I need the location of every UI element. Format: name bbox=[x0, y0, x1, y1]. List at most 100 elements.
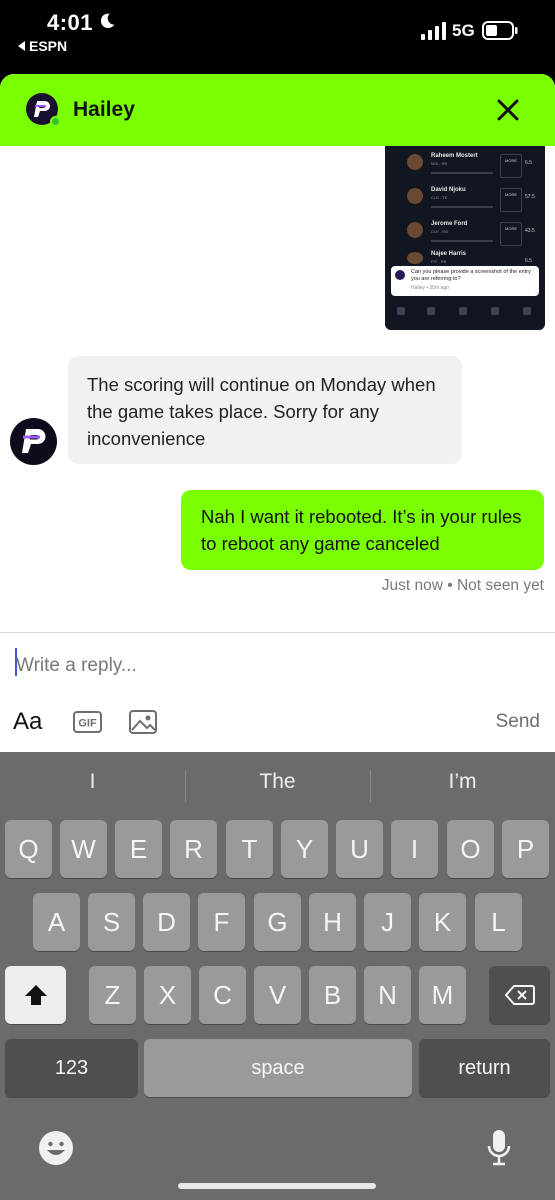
microphone-icon[interactable] bbox=[486, 1128, 512, 1168]
tab-icon bbox=[523, 307, 531, 315]
key-l[interactable]: L bbox=[475, 893, 522, 951]
screenshot-player-row: Najee Harris PIT - RB 6.5 bbox=[385, 248, 545, 266]
key-a[interactable]: A bbox=[33, 893, 80, 951]
back-arrow-icon bbox=[18, 41, 25, 51]
network-type: 5G bbox=[452, 21, 475, 40]
progress-bar bbox=[431, 206, 493, 208]
screenshot-player-row: Raheem Mostert MIA - RB MORE 6.5 bbox=[385, 150, 545, 188]
player-team: PIT - RB bbox=[431, 259, 447, 264]
key-k[interactable]: K bbox=[419, 893, 466, 951]
player-team: CLE - RB bbox=[431, 229, 448, 234]
image-upload-icon[interactable] bbox=[129, 710, 157, 734]
key-x[interactable]: X bbox=[144, 966, 191, 1024]
status-time: 4:01 bbox=[47, 10, 94, 35]
tab-icon bbox=[459, 307, 467, 315]
key-p[interactable]: P bbox=[502, 820, 549, 878]
screenshot-tab-bar bbox=[385, 300, 545, 328]
key-n[interactable]: N bbox=[364, 966, 411, 1024]
outgoing-message-bubble: Nah I want it rebooted. It’s in your rul… bbox=[181, 490, 544, 570]
key-z[interactable]: Z bbox=[89, 966, 136, 1024]
screenshot-message-bubble: Can you please provide a screenshot of t… bbox=[391, 266, 539, 296]
shared-screenshot-image[interactable]: Raheem Mostert MIA - RB MORE 6.5 David N… bbox=[385, 146, 545, 330]
gif-label: GIF bbox=[78, 718, 97, 730]
reply-input[interactable] bbox=[16, 652, 496, 680]
key-e[interactable]: E bbox=[115, 820, 162, 878]
key-y[interactable]: Y bbox=[281, 820, 328, 878]
backspace-icon bbox=[504, 985, 535, 1005]
line-value: 6.5 bbox=[525, 160, 532, 166]
tab-icon bbox=[427, 307, 435, 315]
moon-icon bbox=[100, 13, 115, 29]
status-bar: 4:01 ESPN 5G bbox=[0, 0, 555, 62]
numbers-key[interactable]: 123 bbox=[5, 1039, 138, 1097]
player-name: Jerome Ford bbox=[431, 221, 468, 227]
progress-bar bbox=[431, 240, 493, 242]
progress-bar bbox=[431, 172, 493, 174]
player-photo bbox=[407, 252, 423, 264]
player-name: David Njoku bbox=[431, 187, 466, 193]
suggestion-item[interactable]: I bbox=[0, 770, 185, 794]
key-r[interactable]: R bbox=[170, 820, 217, 878]
key-g[interactable]: G bbox=[254, 893, 301, 951]
more-box: MORE bbox=[500, 222, 522, 246]
cellular-signal-icon bbox=[421, 22, 446, 40]
agent-message-avatar bbox=[10, 418, 57, 465]
send-button[interactable]: Send bbox=[496, 711, 540, 733]
key-w[interactable]: W bbox=[60, 820, 107, 878]
more-box: MORE bbox=[500, 188, 522, 212]
back-to-app-link[interactable]: ESPN bbox=[18, 38, 67, 54]
key-o[interactable]: O bbox=[447, 820, 494, 878]
line-value: 57.5 bbox=[525, 194, 535, 200]
key-i[interactable]: I bbox=[391, 820, 438, 878]
key-s[interactable]: S bbox=[88, 893, 135, 951]
player-name: Raheem Mostert bbox=[431, 153, 478, 159]
chat-title: Hailey bbox=[73, 98, 135, 121]
player-name: Najee Harris bbox=[431, 251, 467, 257]
key-j[interactable]: J bbox=[364, 893, 411, 951]
chat-sheet: Hailey Raheem Mostert MIA - RB MORE 6.5 … bbox=[0, 74, 555, 752]
key-d[interactable]: D bbox=[143, 893, 190, 951]
message-status: Just now • Not seen yet bbox=[381, 577, 544, 594]
composer-divider bbox=[0, 632, 555, 633]
battery-icon bbox=[482, 21, 518, 40]
screenshot-message-meta: Hailey • 35m ago bbox=[411, 285, 449, 291]
suggestion-item[interactable]: I’m bbox=[370, 770, 555, 794]
back-app-label: ESPN bbox=[29, 38, 68, 54]
text-format-button[interactable]: Aa bbox=[13, 708, 42, 736]
shift-arrow-icon bbox=[24, 985, 47, 1005]
key-m[interactable]: M bbox=[419, 966, 466, 1024]
close-icon[interactable] bbox=[496, 98, 520, 122]
space-key[interactable]: space bbox=[144, 1039, 412, 1097]
return-key[interactable]: return bbox=[419, 1039, 550, 1097]
player-photo bbox=[407, 188, 423, 204]
more-box: MORE bbox=[500, 154, 522, 178]
key-h[interactable]: H bbox=[309, 893, 356, 951]
player-team: MIA - RB bbox=[431, 161, 448, 166]
incoming-message-bubble: The scoring will continue on Monday when… bbox=[68, 356, 462, 464]
home-indicator bbox=[178, 1183, 376, 1189]
line-value: 43.5 bbox=[525, 228, 535, 234]
delete-key[interactable] bbox=[489, 966, 550, 1024]
key-q[interactable]: Q bbox=[5, 820, 52, 878]
chat-header: Hailey bbox=[0, 74, 555, 146]
shift-key[interactable] bbox=[5, 966, 66, 1024]
tab-icon bbox=[491, 307, 499, 315]
emoji-icon[interactable] bbox=[38, 1130, 74, 1166]
key-t[interactable]: T bbox=[226, 820, 273, 878]
online-status-dot bbox=[50, 116, 61, 127]
line-value: 6.5 bbox=[525, 258, 532, 264]
player-photo bbox=[407, 222, 423, 238]
key-f[interactable]: F bbox=[198, 893, 245, 951]
key-b[interactable]: B bbox=[309, 966, 356, 1024]
key-v[interactable]: V bbox=[254, 966, 301, 1024]
system-keyboard: I The I’m Q W E R T Y U I O P A S D F G … bbox=[0, 752, 555, 1200]
tab-icon bbox=[397, 307, 405, 315]
screenshot-player-row: David Njoku CLE - TE MORE 57.5 bbox=[385, 184, 545, 222]
key-u[interactable]: U bbox=[336, 820, 383, 878]
suggestion-item[interactable]: The bbox=[185, 770, 370, 794]
gif-icon[interactable]: GIF bbox=[73, 711, 102, 733]
player-team: CLE - TE bbox=[431, 195, 448, 200]
player-photo bbox=[407, 154, 423, 170]
agent-avatar bbox=[26, 93, 61, 127]
key-c[interactable]: C bbox=[199, 966, 246, 1024]
